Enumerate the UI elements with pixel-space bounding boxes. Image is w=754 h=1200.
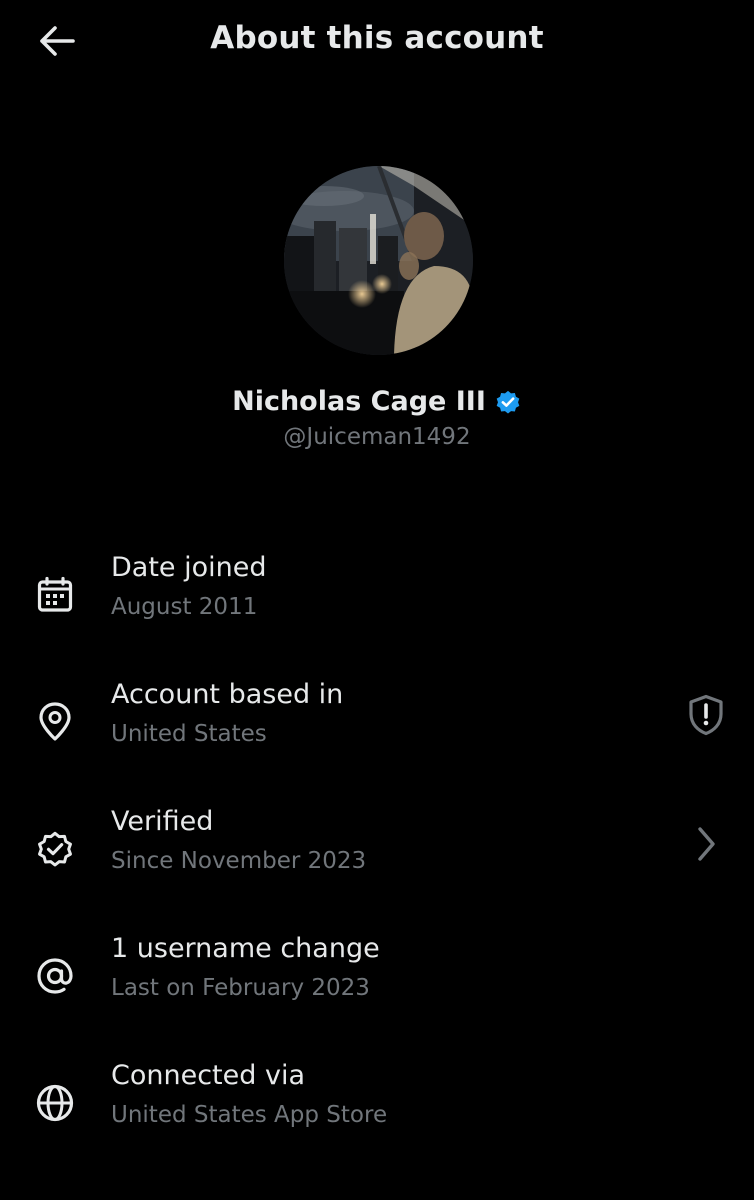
row-title: Connected via: [111, 1060, 305, 1091]
row-subtitle: August 2011: [111, 594, 258, 620]
globe-icon: [34, 1082, 76, 1124]
calendar-icon: [34, 574, 76, 616]
row-subtitle: United States App Store: [111, 1102, 388, 1128]
page-title: About this account: [210, 20, 544, 56]
profile-name: Nicholas Cage III: [232, 386, 486, 417]
row-subtitle: Since November 2023: [111, 848, 367, 874]
profile-handle: @Juiceman1492: [283, 424, 471, 450]
avatar-image: [284, 166, 473, 355]
verified-badge-outline-icon: [34, 828, 76, 870]
row-title: Date joined: [111, 552, 267, 583]
info-row-username-change: 1 username change Last on February 2023: [0, 933, 754, 1023]
chevron-right-icon: [684, 822, 728, 866]
at-sign-icon: [34, 955, 76, 997]
location-pin-icon: [34, 701, 76, 743]
info-row-account-based-in: Account based in United States: [0, 679, 754, 769]
row-subtitle: United States: [111, 721, 267, 747]
info-row-connected-via: Connected via United States App Store: [0, 1060, 754, 1150]
verified-badge-icon: [496, 390, 520, 414]
profile-name-row: Nicholas Cage III: [0, 386, 754, 417]
row-title: 1 username change: [111, 933, 380, 964]
info-row-date-joined: Date joined August 2011: [0, 552, 754, 642]
shield-alert-icon: [689, 694, 723, 736]
shield-alert-button[interactable]: [684, 693, 728, 737]
row-title: Account based in: [111, 679, 344, 710]
avatar[interactable]: [284, 166, 473, 355]
top-bar: About this account: [0, 0, 754, 84]
row-title: Verified: [111, 806, 214, 837]
info-row-verified[interactable]: Verified Since November 2023: [0, 806, 754, 896]
row-subtitle: Last on February 2023: [111, 975, 370, 1001]
